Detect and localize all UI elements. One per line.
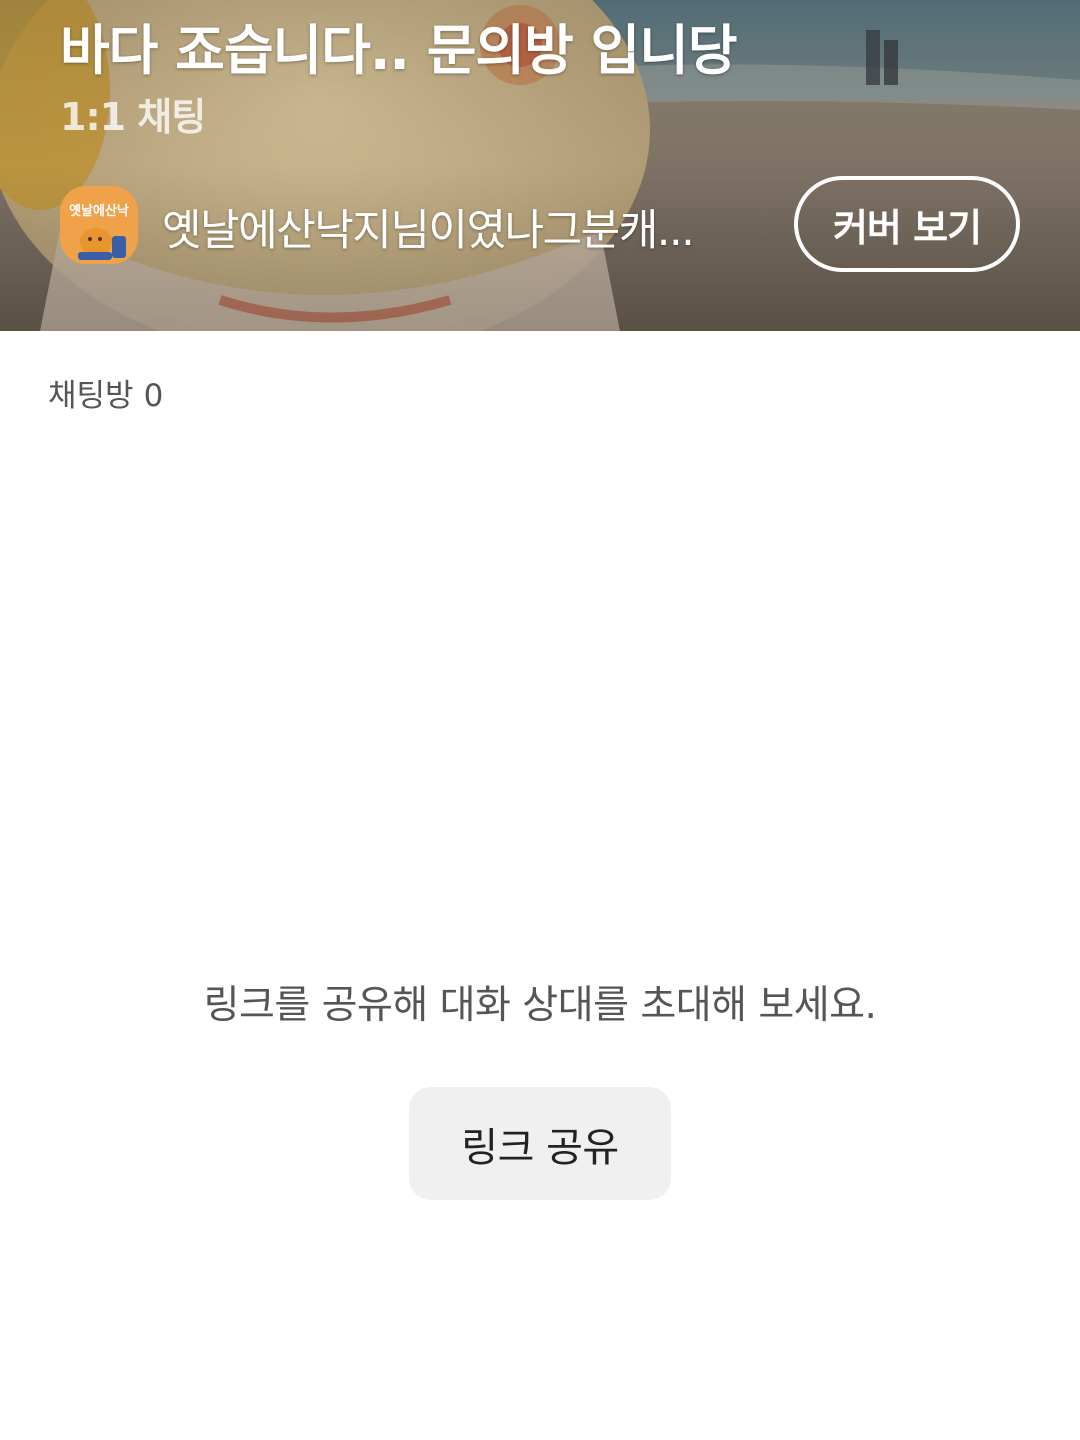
cover-header: 바다 죠습니다.. 문의방 입니당 1:1 채팅 옛날에산낙 옛날에산낙지님이였… (0, 0, 1080, 331)
share-link-button[interactable]: 링크 공유 (409, 1087, 671, 1200)
view-cover-button[interactable]: 커버 보기 (794, 176, 1020, 272)
owner-avatar-image: 옛날에산낙 (60, 186, 138, 264)
owner-avatar[interactable]: 옛날에산낙 (60, 186, 138, 264)
chat-room-info-screen: 바다 죠습니다.. 문의방 입니당 1:1 채팅 옛날에산낙 옛날에산낙지님이였… (0, 0, 1080, 1440)
chat-room-count: 채팅방 0 (48, 370, 163, 415)
empty-state-message: 링크를 공유해 대화 상대를 초대해 보세요. (203, 983, 877, 1028)
room-type-label: 1:1 채팅 (60, 95, 206, 139)
owner-name[interactable]: 옛날에산낙지님이였나그분캐... (162, 196, 742, 258)
svg-text:옛날에산낙: 옛날에산낙 (69, 203, 129, 219)
room-title: 바다 죠습니다.. 문의방 입니당 (60, 19, 738, 82)
chat-room-count-value: 0 (143, 378, 164, 414)
chat-room-count-label: 채팅방 (48, 378, 134, 414)
